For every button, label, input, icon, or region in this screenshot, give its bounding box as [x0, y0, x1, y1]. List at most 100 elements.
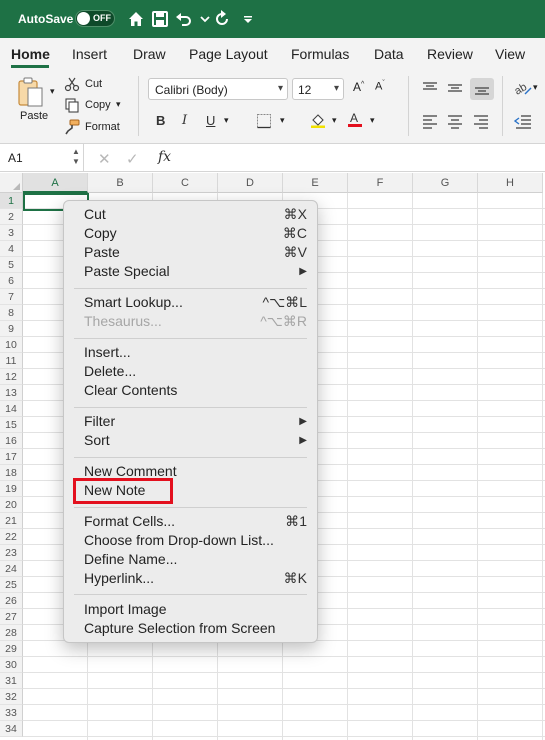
row-header-24[interactable]: 24: [0, 561, 23, 577]
copy-button[interactable]: Copy: [85, 99, 111, 111]
column-header-a[interactable]: A: [23, 173, 88, 193]
row-header-22[interactable]: 22: [0, 529, 23, 545]
align-center-icon[interactable]: [445, 111, 465, 131]
row-header-3[interactable]: 3: [0, 225, 23, 241]
undo-icon[interactable]: [174, 9, 194, 29]
menu-item-smart-lookup[interactable]: Smart Lookup... ^⌥⌘L: [64, 294, 317, 312]
tab-page-layout[interactable]: Page Layout: [189, 46, 268, 62]
paste-dropdown-icon[interactable]: ▾: [50, 86, 55, 97]
row-header-12[interactable]: 12: [0, 369, 23, 385]
row-header-11[interactable]: 11: [0, 353, 23, 369]
row-header-33[interactable]: 33: [0, 705, 23, 721]
row-header-2[interactable]: 2: [0, 209, 23, 225]
row-header-8[interactable]: 8: [0, 305, 23, 321]
column-header-c[interactable]: C: [153, 173, 218, 193]
row-header-15[interactable]: 15: [0, 417, 23, 433]
tab-review[interactable]: Review: [427, 46, 473, 62]
cancel-icon[interactable]: ✕: [98, 150, 111, 168]
row-header-7[interactable]: 7: [0, 289, 23, 305]
row-header-26[interactable]: 26: [0, 593, 23, 609]
customize-toolbar-icon[interactable]: [238, 9, 252, 29]
tab-formulas[interactable]: Formulas: [291, 46, 349, 62]
copy-icon[interactable]: [64, 97, 80, 113]
menu-item-paste[interactable]: Paste ⌘V: [64, 244, 317, 262]
menu-item-format-cells[interactable]: Format Cells... ⌘1: [64, 513, 317, 531]
menu-item-filter[interactable]: Filter ▶: [64, 413, 317, 431]
row-header-23[interactable]: 23: [0, 545, 23, 561]
underline-dropdown-icon[interactable]: ▾: [224, 115, 229, 126]
row-header-34[interactable]: 34: [0, 721, 23, 737]
row-header-6[interactable]: 6: [0, 273, 23, 289]
tab-insert[interactable]: Insert: [72, 46, 107, 62]
row-header-16[interactable]: 16: [0, 433, 23, 449]
row-header-31[interactable]: 31: [0, 673, 23, 689]
font-name-dropdown[interactable]: Calibri (Body) ▾: [148, 78, 288, 100]
menu-item-clear-contents[interactable]: Clear Contents: [64, 382, 317, 400]
row-header-19[interactable]: 19: [0, 481, 23, 497]
row-header-5[interactable]: 5: [0, 257, 23, 273]
menu-item-choose-from-dropdown-list[interactable]: Choose from Drop-down List...: [64, 532, 317, 550]
copy-dropdown-icon[interactable]: ▾: [116, 99, 121, 110]
menu-item-define-name[interactable]: Define Name...: [64, 551, 317, 569]
row-header-18[interactable]: 18: [0, 465, 23, 481]
row-header-13[interactable]: 13: [0, 385, 23, 401]
align-bottom-icon[interactable]: [470, 78, 494, 100]
confirm-icon[interactable]: ✓: [126, 150, 139, 168]
row-header-10[interactable]: 10: [0, 337, 23, 353]
orientation-dropdown-icon[interactable]: ▾: [533, 82, 538, 93]
row-header-27[interactable]: 27: [0, 609, 23, 625]
format-painter-button[interactable]: Format: [85, 121, 120, 133]
fill-color-dropdown-icon[interactable]: ▾: [332, 115, 337, 126]
cut-button[interactable]: Cut: [85, 78, 102, 90]
row-header-9[interactable]: 9: [0, 321, 23, 337]
row-header-17[interactable]: 17: [0, 449, 23, 465]
undo-dropdown-icon[interactable]: [195, 9, 210, 29]
autosave-toggle[interactable]: OFF: [75, 10, 115, 27]
italic-button[interactable]: I: [182, 113, 187, 128]
row-header-32[interactable]: 32: [0, 689, 23, 705]
save-icon[interactable]: [150, 9, 170, 29]
text-orientation-icon[interactable]: ab: [513, 78, 533, 98]
row-header-29[interactable]: 29: [0, 641, 23, 657]
paste-label[interactable]: Paste: [20, 110, 48, 122]
row-header-30[interactable]: 30: [0, 657, 23, 673]
row-header-14[interactable]: 14: [0, 401, 23, 417]
menu-item-cut[interactable]: Cut ⌘X: [64, 206, 317, 224]
menu-item-hyperlink[interactable]: Hyperlink... ⌘K: [64, 570, 317, 588]
borders-icon[interactable]: [256, 113, 272, 129]
increase-font-size-icon[interactable]: A^: [353, 80, 364, 94]
font-color-dropdown-icon[interactable]: ▾: [370, 115, 375, 126]
select-all-corner[interactable]: [0, 173, 23, 193]
tab-data[interactable]: Data: [374, 46, 404, 62]
name-box-spinner-icon[interactable]: ▲ ▼: [72, 147, 80, 167]
borders-dropdown-icon[interactable]: ▾: [280, 115, 285, 126]
menu-item-insert[interactable]: Insert...: [64, 344, 317, 362]
tab-view[interactable]: View: [495, 46, 525, 62]
row-header-4[interactable]: 4: [0, 241, 23, 257]
format-painter-icon[interactable]: [64, 119, 80, 135]
row-header-20[interactable]: 20: [0, 497, 23, 513]
align-left-icon[interactable]: [420, 111, 440, 131]
column-header-e[interactable]: E: [283, 173, 348, 193]
column-header-h[interactable]: H: [478, 173, 543, 193]
menu-item-import-image[interactable]: Import Image: [64, 601, 317, 619]
decrease-indent-icon[interactable]: [513, 111, 533, 131]
tab-draw[interactable]: Draw: [133, 46, 166, 62]
menu-item-sort[interactable]: Sort ▶: [64, 432, 317, 450]
font-color-icon[interactable]: A: [347, 111, 363, 127]
row-header-28[interactable]: 28: [0, 625, 23, 641]
row-header-25[interactable]: 25: [0, 577, 23, 593]
menu-item-delete[interactable]: Delete...: [64, 363, 317, 381]
underline-button[interactable]: U: [206, 113, 215, 128]
decrease-font-size-icon[interactable]: Aˇ: [375, 80, 385, 93]
bold-button[interactable]: B: [156, 113, 165, 128]
column-header-f[interactable]: F: [348, 173, 413, 193]
column-header-d[interactable]: D: [218, 173, 283, 193]
redo-icon[interactable]: [212, 9, 232, 29]
align-right-icon[interactable]: [471, 111, 491, 131]
align-top-icon[interactable]: [420, 78, 440, 98]
column-header-b[interactable]: B: [88, 173, 153, 193]
scissors-icon[interactable]: [64, 76, 80, 92]
column-header-g[interactable]: G: [413, 173, 478, 193]
fill-color-icon[interactable]: [310, 112, 326, 128]
